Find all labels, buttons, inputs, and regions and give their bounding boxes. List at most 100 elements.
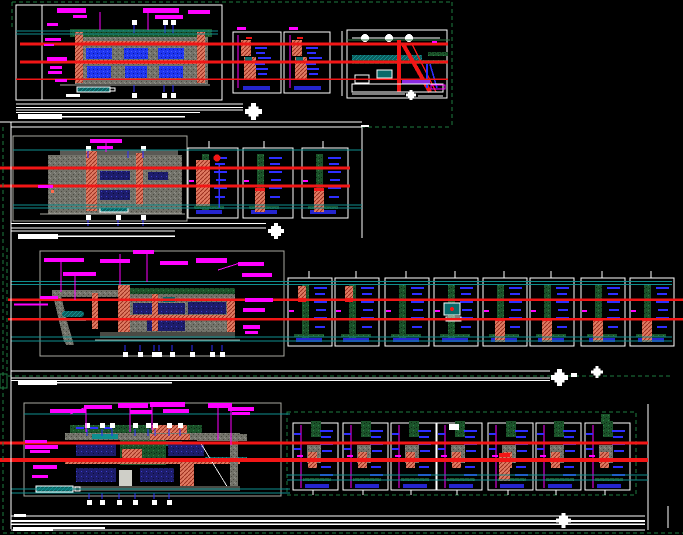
- note-text: [558, 309, 568, 311]
- note-text: [420, 450, 430, 452]
- title-bar: [294, 86, 321, 90]
- cad-entity: [180, 460, 194, 487]
- cad-model-space: [0, 1, 683, 534]
- dim-text: [33, 465, 57, 469]
- window: [188, 302, 226, 314]
- cad-entity: [361, 125, 369, 127]
- dim-text: [245, 298, 273, 302]
- note-text: [511, 309, 521, 311]
- dim-text: [531, 310, 536, 312]
- note-text: [270, 196, 280, 198]
- dim-text: [540, 455, 546, 457]
- note-text: [489, 433, 496, 435]
- grid-marker: [190, 352, 195, 357]
- grid-marker: [117, 500, 122, 505]
- grid-marker: [157, 352, 162, 357]
- grid-marker: [132, 93, 137, 98]
- stamp-glyph: [593, 368, 601, 376]
- dim-text: [44, 258, 84, 262]
- note-text: [564, 466, 574, 468]
- note-text: [306, 47, 318, 49]
- note-text: [329, 163, 339, 165]
- section-core: [361, 421, 371, 437]
- grid-marker: [171, 20, 176, 25]
- note-text: [461, 326, 471, 328]
- note-text: [322, 450, 332, 452]
- note-text: [269, 157, 282, 159]
- grid-marker: [116, 215, 121, 220]
- grid-marker: [163, 20, 168, 25]
- cad-entity: [432, 41, 437, 43]
- note-text: [489, 448, 496, 450]
- section-core: [506, 421, 516, 437]
- note-text: [258, 57, 271, 59]
- window: [76, 443, 116, 456]
- stamp-icon: [245, 103, 262, 120]
- grid-marker: [141, 215, 146, 220]
- cad-entity: [297, 37, 303, 39]
- cad-entity: [86, 151, 97, 211]
- grid-bubble: [361, 34, 369, 42]
- note-text: [330, 179, 340, 181]
- cad-entity: [601, 414, 610, 424]
- note-text: [656, 301, 669, 303]
- note-text: [657, 293, 667, 295]
- grid-marker: [167, 423, 172, 428]
- note-text: [557, 293, 567, 295]
- dim-text: [243, 325, 260, 329]
- cad-entity: [199, 441, 229, 489]
- note-text: [270, 163, 280, 165]
- dim-text: [243, 308, 265, 312]
- note-text: [586, 448, 593, 450]
- cad-entity: [109, 87, 116, 92]
- cad-entity: [296, 57, 303, 61]
- note-text: [461, 293, 471, 295]
- note-text: [314, 301, 327, 303]
- dim-text: [100, 259, 130, 263]
- cad-entity: [245, 57, 252, 61]
- grid-marker: [146, 423, 151, 428]
- note-text: [371, 466, 381, 468]
- note-text: [537, 448, 544, 450]
- title-bar: [13, 527, 53, 531]
- note-text: [216, 179, 226, 181]
- note-text: [392, 433, 399, 435]
- grid-marker: [110, 423, 115, 428]
- dim-text: [44, 44, 54, 46]
- dim-text: [47, 57, 67, 61]
- title-bar: [548, 484, 572, 488]
- title-bar: [18, 234, 58, 239]
- window: [87, 66, 111, 78]
- drawing-canvas[interactable]: [0, 0, 683, 535]
- dim-text: [133, 250, 154, 254]
- grid-marker: [178, 423, 183, 428]
- dim-text: [38, 185, 53, 188]
- note-text: [657, 326, 667, 328]
- note-text: [316, 309, 326, 311]
- cad-entity: [376, 69, 393, 79]
- dim-text: [48, 71, 62, 74]
- cad-entity: [246, 37, 252, 39]
- dim-text: [242, 273, 272, 277]
- dim-text: [435, 310, 440, 312]
- note-text: [516, 466, 526, 468]
- cad-entity: [136, 153, 143, 206]
- dim-text: [50, 66, 62, 69]
- cad-entity: [428, 52, 448, 56]
- stamp-icon: [551, 369, 568, 386]
- cad-entity: [90, 427, 98, 429]
- note-text: [608, 293, 618, 295]
- grid-marker: [138, 352, 143, 357]
- section-core: [409, 421, 419, 437]
- cad-entity: [402, 80, 430, 84]
- cad-entity: [255, 188, 265, 191]
- window: [100, 171, 130, 180]
- cad-entity: [292, 40, 302, 56]
- title-bar: [18, 380, 57, 385]
- dim-text: [160, 261, 188, 265]
- note-text: [612, 430, 625, 432]
- dim-text: [347, 455, 353, 457]
- note-text: [344, 448, 351, 450]
- detail-strip-row4: [292, 414, 631, 495]
- dim-text: [150, 402, 185, 407]
